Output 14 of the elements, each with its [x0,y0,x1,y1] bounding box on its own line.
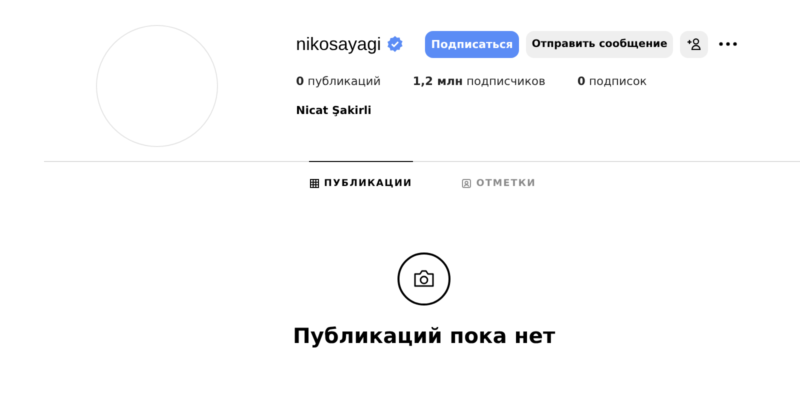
tab[interactable]: ПУБЛИКАЦИИ [309,161,414,205]
stat-text[interactable]: 0 подписок [577,74,647,88]
grid-icon [310,179,320,188]
camera-icon [397,252,451,306]
full-name: Nicat Şakirli [296,104,372,117]
stat-text[interactable]: 1,2 млн подписчиков [412,74,546,88]
add-person-button[interactable] [680,30,708,58]
more-icon [719,42,738,46]
message-button[interactable]: Отправить сообщение [526,30,674,58]
username: nikosayagi [296,34,382,54]
person-tag-icon [462,179,472,188]
stat-text[interactable]: 0 публикаций [296,74,381,88]
add-person-icon [687,38,702,50]
empty-state-title: Публикаций пока нет [292,324,556,348]
